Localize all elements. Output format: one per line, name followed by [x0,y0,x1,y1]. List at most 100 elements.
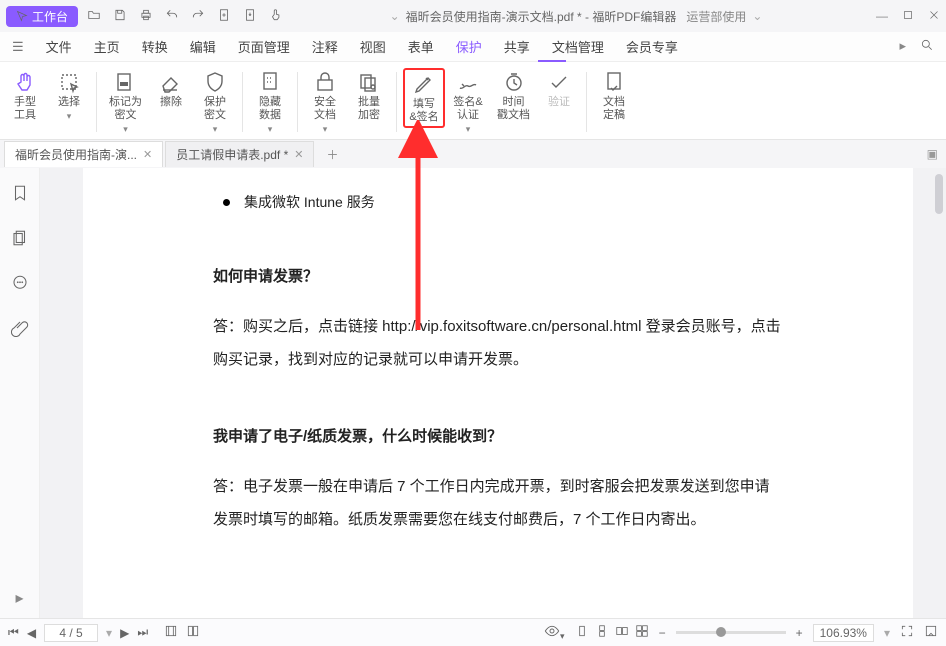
tool-sign-cert[interactable]: 签名& 认证 ▾ [447,68,489,137]
bullet-text: 集成微软 Intune 服务 [244,188,375,216]
document-tab[interactable]: 员工请假申请表.pdf * ✕ [165,141,314,167]
next-page-icon[interactable]: ▶ [120,626,129,640]
zoom-value[interactable]: 106.93% [813,624,874,642]
expand-sidebar-icon[interactable]: ▸ [15,588,23,608]
menu-form[interactable]: 表单 [408,37,434,56]
chevron-down-icon: ▾ [213,124,218,135]
bullet-icon [223,199,230,206]
chevron-down-icon[interactable]: ⌄ [752,9,762,23]
tool-timestamp[interactable]: 时间 戳文档 [491,68,536,124]
save-icon[interactable] [112,8,128,25]
view-single-icon[interactable] [575,624,589,641]
chevron-down-icon[interactable]: ⌄ [390,9,400,23]
reflow-icon[interactable] [164,624,178,641]
undo-icon[interactable] [164,8,180,25]
page-number-input[interactable]: 4 / 5 [44,624,98,642]
chevron-down-icon: ▾ [268,124,273,135]
menu-protect[interactable]: 保护 [456,37,482,56]
tool-protect-label: 保护 密文 [204,96,226,122]
menu-doc-manage[interactable]: 文档管理 [552,37,604,56]
zoom-dropdown-icon[interactable]: ▾ [884,626,890,640]
export-icon[interactable] [242,8,258,25]
close-icon[interactable]: ✕ [143,148,152,161]
quick-access-toolbar [86,8,284,25]
page-dropdown-icon[interactable]: ▾ [106,626,112,640]
fullscreen-icon[interactable] [900,624,914,641]
chevron-down-icon: ▾ [67,111,72,122]
tool-hide-label: 隐藏 数据 [259,96,281,122]
workbench-button[interactable]: 工作台 [6,6,78,27]
print-icon[interactable] [138,8,154,25]
view-continuous-icon[interactable] [595,624,609,641]
close-icon[interactable] [928,9,940,24]
doc-tab1-label: 福昕会员使用指南-演... [15,146,137,163]
tool-time-label: 时间 戳文档 [497,96,530,122]
tool-hand[interactable]: 手型 工具 [4,68,46,124]
tab-overflow-icon[interactable]: ▣ [927,147,938,161]
tool-batch-encrypt[interactable]: 批量 加密 [348,68,390,124]
tool-hide-data[interactable]: 隐藏 数据 ▾ [249,68,291,137]
chevron-down-icon: ▾ [466,124,471,135]
bookmark-icon[interactable] [11,184,29,207]
overflow-icon[interactable]: ▸ [899,38,906,55]
tool-hand-label: 手型 工具 [14,96,36,122]
zoom-in-icon[interactable]: + [796,626,803,640]
tool-fill-sign[interactable]: 填写 &签名 [403,68,445,128]
question-1: 如何申请发票？ [213,262,783,292]
close-icon[interactable]: ✕ [294,148,303,161]
menu-view[interactable]: 视图 [360,37,386,56]
menu-comment[interactable]: 注释 [312,37,338,56]
tool-mark-label: 标记为 密文 [109,96,142,122]
eye-icon[interactable]: ▾ [544,623,565,642]
attachment-icon[interactable] [11,319,29,342]
new-icon[interactable] [216,8,232,25]
touch-icon[interactable] [268,8,284,25]
menu-member[interactable]: 会员专享 [626,37,678,56]
tool-safe-label: 安全 文档 [314,96,336,122]
search-icon[interactable] [920,38,934,55]
menu-convert[interactable]: 转换 [142,37,168,56]
view-facing-continuous-icon[interactable] [635,624,649,641]
menu-home[interactable]: 主页 [94,37,120,56]
add-tab-button[interactable]: ＋ [316,142,348,167]
menu-file[interactable]: 文件 [46,37,72,56]
tool-sign-label: 签名& 认证 [453,96,482,122]
redo-icon[interactable] [190,8,206,25]
menu-edit[interactable]: 编辑 [190,37,216,56]
tool-erase-label: 擦除 [160,96,182,109]
tool-batch-label: 批量 加密 [358,96,380,122]
comment-icon[interactable] [11,274,29,297]
view-mode-group [575,624,649,641]
window-title: 福昕会员使用指南-演示文档.pdf * - 福昕PDF编辑器 [406,8,677,25]
first-page-icon[interactable]: ⏮ [8,625,19,640]
last-page-icon[interactable]: ⏭ [137,625,148,640]
document-tab-active[interactable]: 福昕会员使用指南-演... ✕ [4,141,163,167]
tool-erase[interactable]: 擦除 [150,68,192,111]
minimize-icon[interactable]: — [876,9,888,24]
fit-width-icon[interactable] [924,624,938,641]
hamburger-icon[interactable]: ☰ [12,39,24,55]
tool-doc-final[interactable]: 文档 定稿 [593,68,635,124]
open-icon[interactable] [86,8,102,25]
menu-page-manage[interactable]: 页面管理 [238,37,290,56]
question-2: 我申请了电子/纸质发票，什么时候能收到？ [213,422,783,452]
tool-select[interactable]: 选择 ▾ [48,68,90,124]
vertical-scrollbar[interactable] [934,168,944,618]
answer-2: 答：电子发票一般在申请后 7 个工作日内完成开票，到时客服会把发票发送到您申请发… [213,470,783,536]
zoom-slider[interactable] [676,631,786,634]
tool-safe-doc[interactable]: 安全 文档 ▾ [304,68,346,137]
chevron-down-icon: ▾ [323,124,328,135]
view-facing-icon[interactable] [615,624,629,641]
page-layout-icon[interactable] [186,624,200,641]
zoom-out-icon[interactable]: − [659,626,666,640]
tool-mark-redact[interactable]: 标记为 密文 ▾ [103,68,148,137]
tool-verify-label: 验证 [548,96,570,109]
menu-share[interactable]: 共享 [504,37,530,56]
pages-icon[interactable] [11,229,29,252]
tool-verify[interactable]: 验证 [538,68,580,111]
prev-page-icon[interactable]: ◀ [27,626,36,640]
tool-protect-redact[interactable]: 保护 密文 ▾ [194,68,236,137]
doc-tab2-label: 员工请假申请表.pdf * [176,146,288,163]
answer-1: 答：购买之后，点击链接 http://vip.foxitsoftware.cn/… [213,310,783,376]
maximize-icon[interactable] [902,9,914,24]
